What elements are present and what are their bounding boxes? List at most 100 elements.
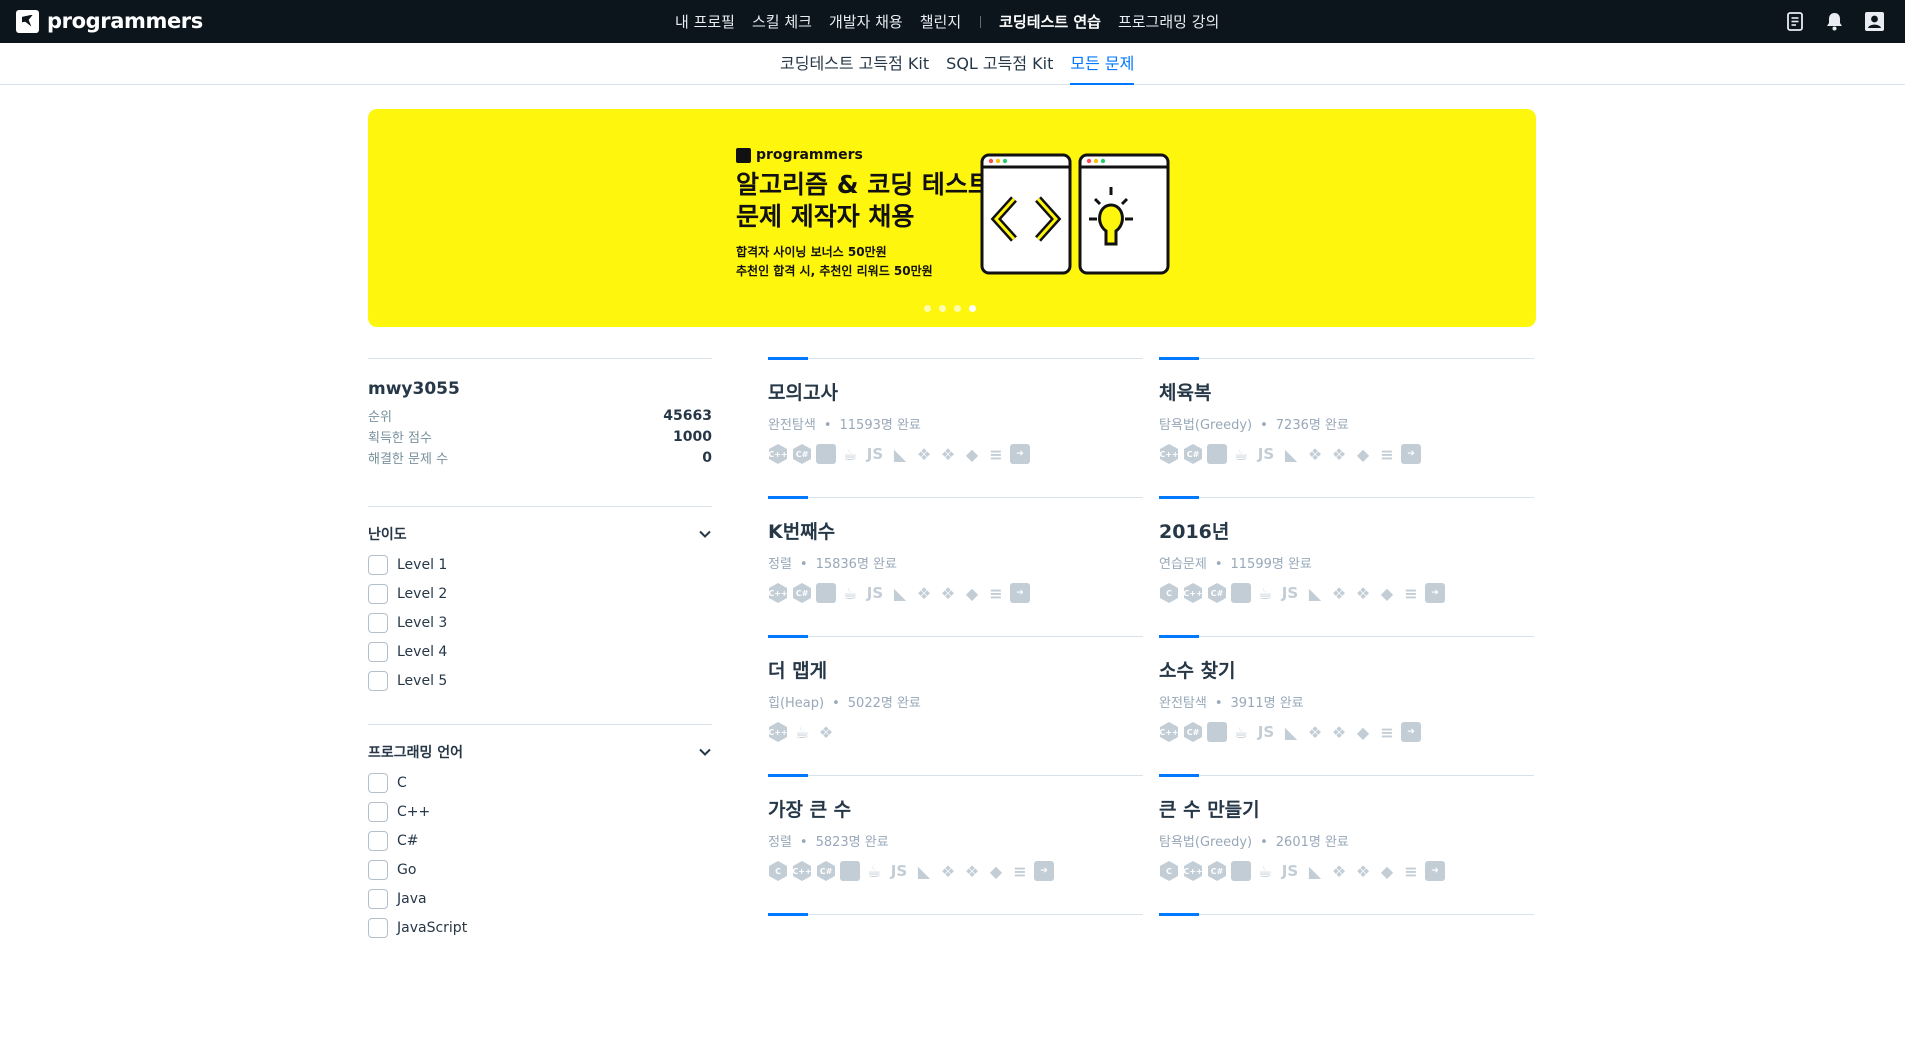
- banner-dot[interactable]: [924, 305, 931, 312]
- problem-card[interactable]: 2016년 연습문제 • 11599명 완료 C C++ C# ☕ JS ◣ ❖ ❖ ◆ ≡ ➔: [1159, 496, 1534, 636]
- checkbox[interactable]: [368, 583, 388, 604]
- checkbox-lang-java[interactable]: Java: [368, 884, 712, 913]
- checkbox-label: C: [397, 774, 407, 791]
- problem-title[interactable]: 모의고사: [768, 378, 838, 405]
- banner-subtitle-line-1: 합격자 사이닝 보너스 50만원: [736, 245, 887, 259]
- bell-icon[interactable]: [1824, 11, 1845, 32]
- problem-card[interactable]: 큰 수 만들기 탐욕법(Greedy) • 2601명 완료 C C++ C# ☕ JS ◣ ❖…: [1159, 774, 1534, 914]
- user-icon[interactable]: [1864, 11, 1885, 32]
- nav-challenges[interactable]: 챌린지: [920, 11, 961, 32]
- checkbox[interactable]: [368, 670, 388, 691]
- js-icon: JS: [1257, 445, 1275, 463]
- tab-sql-kit[interactable]: SQL 고득점 Kit: [946, 43, 1053, 85]
- problem-solved-count: 3911명 완료: [1230, 696, 1304, 711]
- stat-label: 획득한 점수: [368, 431, 432, 446]
- checkbox-lang-go[interactable]: Go: [368, 855, 712, 884]
- java-icon: ☕: [1233, 722, 1249, 742]
- stat-value: 0: [702, 449, 712, 466]
- meta-separator: •: [1214, 696, 1223, 711]
- nav-skill-check[interactable]: 스킬 체크: [752, 11, 812, 32]
- difficulty-filter: 난이도 Level 1 Level 2 Level 3 Level 4 Leve…: [368, 506, 712, 724]
- python3-icon: ❖: [964, 861, 980, 881]
- language-filter-toggle[interactable]: 프로그래밍 언어: [368, 741, 712, 763]
- problem-category: 완전탐색: [1159, 696, 1207, 711]
- checkbox-lang-javascript[interactable]: JavaScript: [368, 913, 712, 942]
- tab-all-problems[interactable]: 모든 문제: [1070, 43, 1135, 85]
- python3-icon: ❖: [1331, 722, 1347, 742]
- problem-card[interactable]: 모의고사 완전탐색 • 11593명 완료 C++ C# ☕ JS ◣ ❖ ❖ ◆ ≡ ➔: [768, 357, 1143, 497]
- c-icon: C: [1160, 861, 1178, 881]
- checkbox-lang-c[interactable]: C: [368, 768, 712, 797]
- sidebar: mwy3055 순위 45663 획득한 점수 1000 해결한 문제 수 0 …: [368, 358, 712, 942]
- checkbox-level-5[interactable]: Level 5: [368, 666, 712, 695]
- checkbox[interactable]: [368, 859, 388, 880]
- nav-courses[interactable]: 프로그래밍 강의: [1118, 11, 1219, 32]
- problem-card[interactable]: 가장 큰 수 정렬 • 5823명 완료 C C++ C# ☕ JS ◣ ❖ ❖ ◆ ≡ ➔: [768, 774, 1143, 914]
- go-icon: [1207, 722, 1227, 742]
- banner-dot[interactable]: [939, 305, 946, 312]
- problem-category: 연습문제: [1159, 557, 1207, 572]
- scala-icon: ≡: [1380, 722, 1394, 742]
- js-icon: JS: [1281, 862, 1299, 880]
- checkbox[interactable]: [368, 830, 388, 851]
- banner-dot-active[interactable]: [969, 305, 976, 312]
- checkbox[interactable]: [368, 554, 388, 575]
- problem-title[interactable]: 소수 찾기: [1159, 656, 1236, 683]
- checkbox[interactable]: [368, 917, 388, 938]
- nav-jobs[interactable]: 개발자 채용: [829, 11, 903, 32]
- problem-card[interactable]: 체육복 탐욕법(Greedy) • 7236명 완료 C++ C# ☕ JS ◣ ❖ ❖ ◆ ≡ ➔: [1159, 357, 1534, 497]
- language-icons: C C++ C# ☕ JS ◣ ❖ ❖ ◆ ≡ ➔: [768, 861, 1054, 881]
- java-icon: ☕: [1257, 583, 1273, 603]
- difficulty-filter-toggle[interactable]: 난이도: [368, 523, 712, 545]
- checkbox[interactable]: [368, 801, 388, 822]
- problem-title[interactable]: 2016년: [1159, 517, 1229, 544]
- checkbox-level-2[interactable]: Level 2: [368, 579, 712, 608]
- problem-title[interactable]: 체육복: [1159, 378, 1211, 405]
- checkbox-lang-cpp[interactable]: C++: [368, 797, 712, 826]
- checkbox[interactable]: [368, 612, 388, 633]
- checkbox[interactable]: [368, 641, 388, 662]
- ruby-icon: ◆: [989, 861, 1003, 881]
- document-icon[interactable]: [1784, 11, 1805, 32]
- checkbox-level-1[interactable]: Level 1: [368, 550, 712, 579]
- logo[interactable]: programmers: [16, 9, 203, 33]
- nav-my-profile[interactable]: 내 프로필: [675, 11, 735, 32]
- checkbox[interactable]: [368, 772, 388, 793]
- problem-title[interactable]: 더 맵게: [768, 656, 827, 683]
- csharp-icon: C#: [1208, 583, 1226, 603]
- problem-card[interactable]: K번째수 정렬 • 15836명 완료 C++ C# ☕ JS ◣ ❖ ❖ ◆ ≡ ➔: [768, 496, 1143, 636]
- checkbox[interactable]: [368, 888, 388, 909]
- csharp-icon: C#: [793, 583, 811, 603]
- problem-title[interactable]: 큰 수 만들기: [1159, 795, 1260, 822]
- checkbox-level-4[interactable]: Level 4: [368, 637, 712, 666]
- python2-icon: ❖: [1307, 444, 1323, 464]
- tab-coding-kit[interactable]: 코딩테스트 고득점 Kit: [780, 43, 929, 85]
- meta-separator: •: [799, 835, 808, 850]
- stat-label: 순위: [368, 410, 392, 425]
- nav-coding-test[interactable]: 코딩테스트 연습: [999, 11, 1101, 32]
- problem-meta: 탐욕법(Greedy) • 7236명 완료: [1159, 414, 1349, 433]
- meta-separator: •: [1260, 418, 1268, 433]
- ruby-icon: ◆: [1380, 583, 1394, 603]
- kotlin-icon: ◣: [1284, 444, 1298, 464]
- problem-meta: 완전탐색 • 11593명 완료: [768, 414, 921, 433]
- java-icon: ☕: [842, 444, 858, 464]
- checkbox-label: Level 1: [397, 556, 448, 573]
- checkbox-level-3[interactable]: Level 3: [368, 608, 712, 637]
- problem-title[interactable]: 가장 큰 수: [768, 795, 851, 822]
- problem-title[interactable]: K번째수: [768, 517, 835, 544]
- scala-icon: ≡: [989, 444, 1003, 464]
- problem-card[interactable]: 더 맵게 힙(Heap) • 5022명 완료 C++ ☕ ❖: [768, 635, 1143, 775]
- promo-banner[interactable]: programmers 알고리즘 & 코딩 테스트 문제 제작자 채용 합격자 …: [368, 109, 1536, 327]
- banner-brand: programmers: [736, 147, 863, 163]
- checkbox-label: JavaScript: [397, 919, 468, 936]
- meta-separator: •: [1260, 835, 1268, 850]
- js-icon: JS: [890, 862, 908, 880]
- top-navbar: programmers 내 프로필 스킬 체크 개발자 채용 챌린지 코딩테스트…: [0, 0, 1905, 43]
- checkbox-lang-csharp[interactable]: C#: [368, 826, 712, 855]
- java-icon: ☕: [1257, 861, 1273, 881]
- problem-card[interactable]: 소수 찾기 완전탐색 • 3911명 완료 C++ C# ☕ JS ◣ ❖ ❖ ◆ ≡ ➔: [1159, 635, 1534, 775]
- filter-title: 난이도: [368, 527, 407, 543]
- python3-icon: ❖: [818, 722, 834, 742]
- banner-dot[interactable]: [954, 305, 961, 312]
